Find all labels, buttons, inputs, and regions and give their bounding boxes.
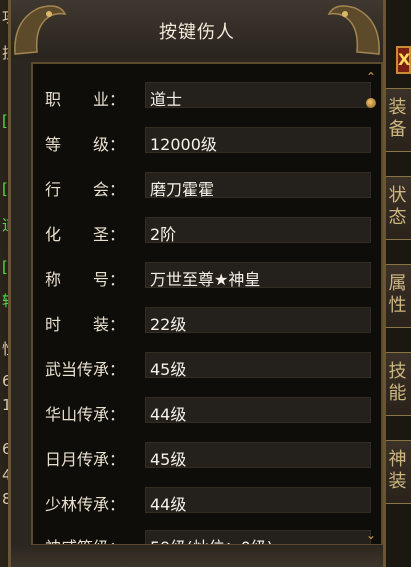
row-value: 44级 [150,495,187,514]
tab-label: 属性 [388,273,407,316]
row-label: 少林传承： [45,495,126,514]
dragon-ornament-icon [327,5,380,55]
row-value: 2阶 [150,225,177,244]
double-chevron-down-icon[interactable]: ⌄ [365,528,377,542]
row-label: 等 级： [45,135,126,154]
value-field: 道士 [145,82,371,109]
title-bar[interactable]: 按键伤人 [11,0,383,58]
tab-skills[interactable]: 技能 [383,352,411,416]
tab-label: 状态 [388,185,407,228]
double-chevron-up-icon[interactable]: ⌃ [365,70,377,84]
row-label: 化 圣： [45,225,126,244]
value-field: 45级 [145,352,371,379]
value-field: 44级 [145,487,371,514]
close-button[interactable]: X [396,46,411,74]
value-field: 22级 [145,307,371,334]
backdrop-text: [ [2,112,8,130]
row-value: 道士 [150,90,183,109]
row-label: 职 业： [45,90,126,109]
tab-label: 神装 [388,449,407,492]
row-label: 日月传承： [45,450,126,469]
scrollbar[interactable]: ⌃ ⌄ [365,70,377,542]
row-value: 12000级 [150,135,217,154]
row-value: 22级 [150,315,187,334]
value-field: 44级 [145,397,371,424]
value-field: 45级 [145,442,371,469]
row-label: 时 装： [45,315,126,334]
tab-divine-gear[interactable]: 神装 [383,440,411,504]
backdrop-text: [ [2,180,8,198]
tab-label: 技能 [388,361,407,404]
row-value: 45级 [150,360,187,379]
close-icon: X [398,50,411,69]
scroll-thumb[interactable] [366,98,376,108]
tab-label: 装备 [388,97,407,140]
tab-attributes[interactable]: 属性 [383,264,411,328]
tab-equipment[interactable]: 装备 [383,88,411,152]
frame-bottom [11,545,383,567]
row-value: 磨刀霍霍 [150,180,215,199]
value-field: 12000级 [145,127,371,154]
value-field: 2阶 [145,217,371,244]
info-list[interactable]: 职 业： 道士 等 级： 12000级 行 会： 磨刀霍霍 化 圣： 2阶 称 … [31,62,383,546]
value-field: 万世至尊★神皇 [145,262,371,289]
character-info-panel: 按键伤人 职 业： 道士 等 级： 12000级 行 会： 磨刀霍霍 化 圣： [8,0,386,567]
row-label: 行 会： [45,180,126,199]
row-value: 万世至尊★神皇 [150,270,261,289]
row-value: 45级 [150,450,187,469]
row-value: 44级 [150,405,187,424]
row-label: 华山传承： [45,405,126,424]
row-label: 称 号： [45,270,126,289]
row-label: 武当传承： [45,360,126,379]
value-field: 磨刀霍霍 [145,172,371,199]
value-field: 59级(灿位：0级) [145,530,371,544]
backdrop-text: [ [2,258,8,276]
tab-status[interactable]: 状态 [383,176,411,240]
